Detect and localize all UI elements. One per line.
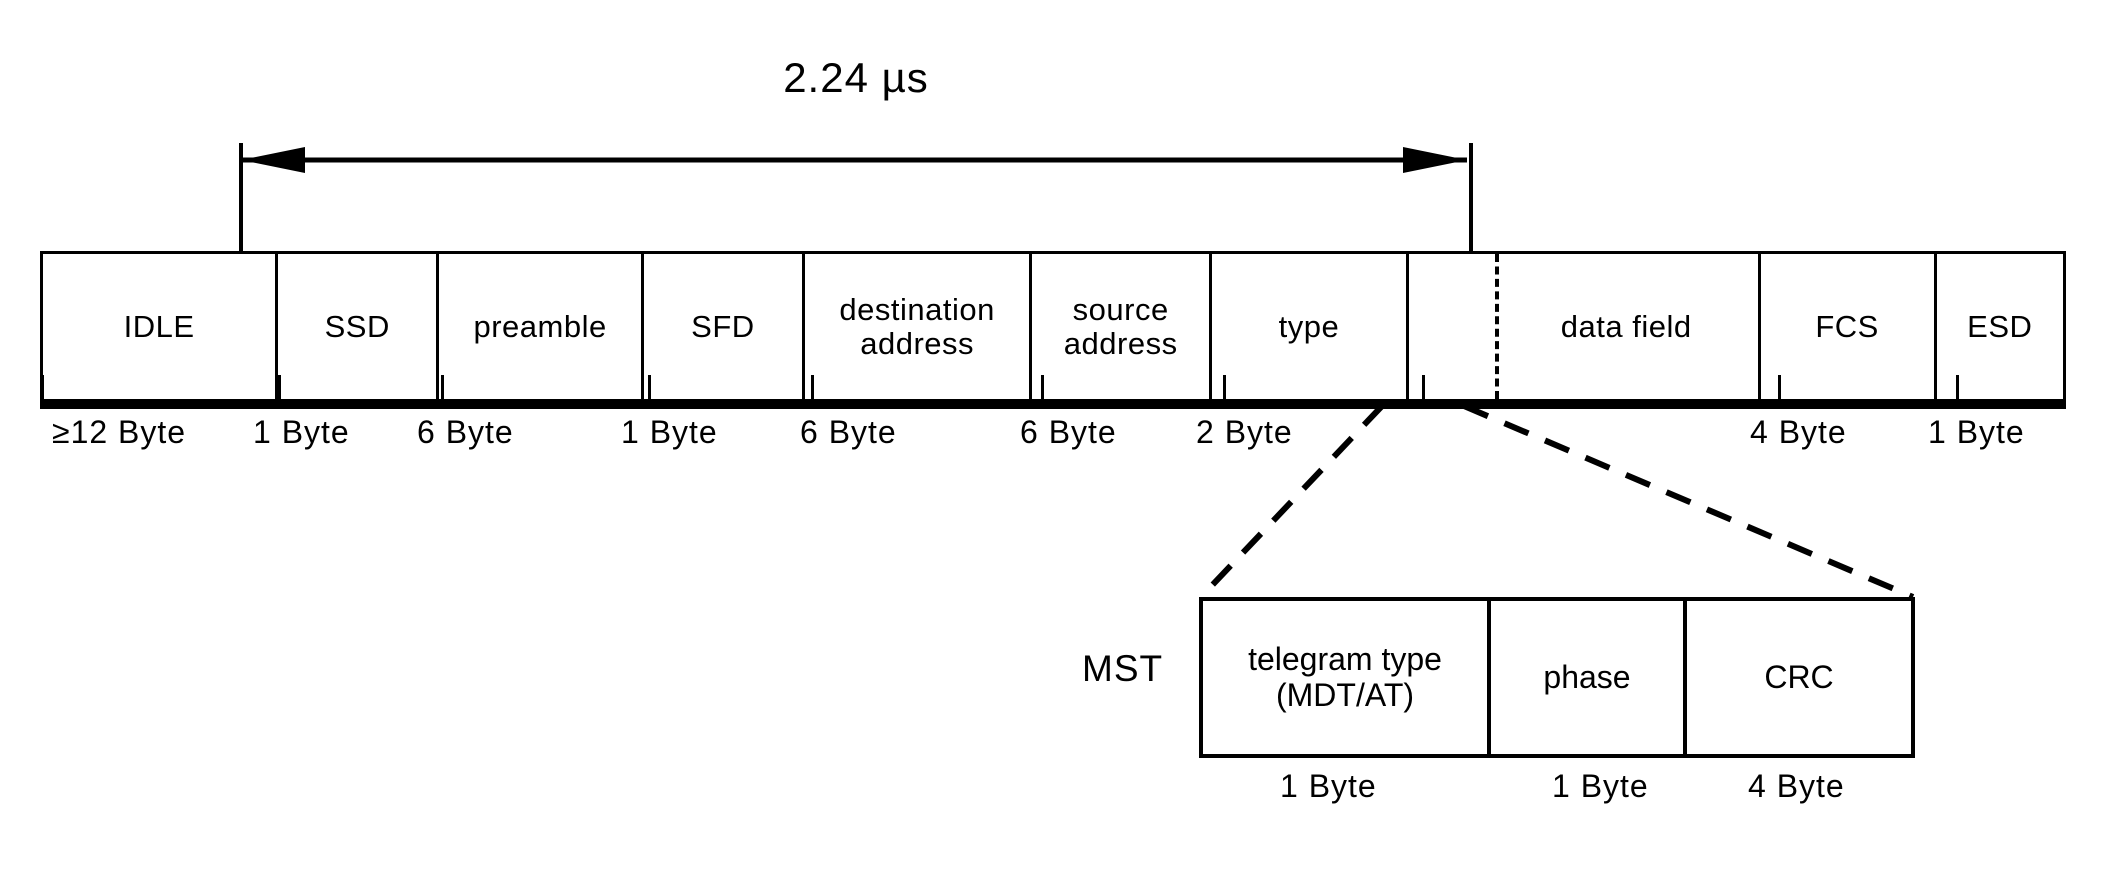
tick-esd: [1956, 375, 1959, 409]
ethernet-frame: IDLE SSD preamble SFD destination addres…: [40, 251, 2066, 402]
tick-type: [1223, 375, 1226, 409]
dimension-value: 2.24 µs: [783, 54, 929, 101]
frame-cell-idle-label: IDLE: [123, 308, 195, 344]
frame-cell-fcs: FCS: [1761, 254, 1937, 399]
frame-cell-type-label: type: [1278, 308, 1340, 344]
frame-cell-source-address-label: source address: [1063, 292, 1178, 361]
byte-label-idle-text: ≥12 Byte: [52, 414, 187, 450]
mst-label-text: MST: [1082, 648, 1164, 689]
mst-byte-label-telegram-type-text: 1 Byte: [1280, 768, 1377, 804]
frame-cell-data-field-label: data field: [1560, 308, 1692, 344]
tick-destination: [811, 375, 814, 409]
frame-cell-idle: IDLE: [43, 254, 279, 399]
tick-ssd: [278, 375, 281, 409]
byte-label-ssd-text: 1 Byte: [253, 414, 350, 450]
byte-label-esd-text: 1 Byte: [1928, 414, 2025, 450]
tick-sfd: [648, 375, 651, 409]
frame-cell-fcs-label: FCS: [1815, 308, 1879, 344]
frame-cell-esd-label: ESD: [1967, 308, 2033, 344]
dimension-label: 2.24 µs: [0, 54, 1712, 102]
mst-cell-telegram-type: telegram type (MDT/AT): [1203, 601, 1491, 754]
tick-frame-start: [40, 375, 44, 409]
tick-data-field: [1422, 375, 1425, 409]
byte-label-preamble-text: 6 Byte: [417, 414, 514, 450]
diagram-canvas: 2.24 µs IDLE SSD preamble SFD destinatio…: [0, 0, 2108, 882]
byte-label-fcs: 4 Byte: [1750, 414, 1847, 451]
frame-cell-ssd-label: SSD: [324, 308, 390, 344]
frame-cell-data-field: data field: [1409, 254, 1761, 399]
byte-label-destination-address: 6 Byte: [800, 414, 897, 451]
dimension-extension-right: [1469, 143, 1473, 253]
mst-cell-crc: CRC: [1687, 601, 1911, 754]
tick-fcs: [1778, 375, 1781, 409]
data-field-dashed-divider: [1494, 254, 1499, 399]
byte-label-sfd-text: 1 Byte: [621, 414, 718, 450]
byte-label-fcs-text: 4 Byte: [1750, 414, 1847, 450]
frame-cell-destination-address-label: destination address: [839, 292, 995, 361]
frame-cell-preamble: preamble: [439, 254, 644, 399]
mst-label: MST: [1082, 648, 1163, 690]
mst-byte-label-crc-text: 4 Byte: [1748, 768, 1845, 804]
mst-cell-phase-label: phase: [1543, 658, 1631, 695]
mst-byte-label-phase-text: 1 Byte: [1552, 768, 1649, 804]
byte-label-preamble: 6 Byte: [417, 414, 514, 451]
byte-label-type-text: 2 Byte: [1196, 414, 1293, 450]
mst-cell-telegram-type-label: telegram type (MDT/AT): [1248, 640, 1442, 713]
frame-cell-sfd: SFD: [644, 254, 805, 399]
tick-preamble: [441, 375, 444, 409]
mst-byte-label-telegram-type: 1 Byte: [1280, 768, 1377, 805]
mst-frame: telegram type (MDT/AT) phase CRC: [1199, 597, 1915, 758]
byte-label-esd: 1 Byte: [1928, 414, 2025, 451]
byte-label-idle: ≥12 Byte: [52, 414, 186, 451]
frame-cell-source-address: source address: [1032, 254, 1213, 399]
byte-label-destination-address-text: 6 Byte: [800, 414, 897, 450]
byte-label-sfd: 1 Byte: [621, 414, 718, 451]
byte-label-source-address: 6 Byte: [1020, 414, 1117, 451]
frame-cell-ssd: SSD: [278, 254, 440, 399]
tick-source: [1041, 375, 1044, 409]
mst-byte-label-phase: 1 Byte: [1552, 768, 1649, 805]
frame-cell-type: type: [1212, 254, 1409, 399]
frame-cell-destination-address: destination address: [805, 254, 1033, 399]
byte-scale-rule: [40, 375, 2066, 412]
mst-cell-phase: phase: [1491, 601, 1687, 754]
mst-cell-crc-label: CRC: [1764, 658, 1834, 695]
frame-cell-preamble-label: preamble: [473, 308, 607, 344]
mst-byte-label-crc: 4 Byte: [1748, 768, 1845, 805]
byte-label-ssd: 1 Byte: [253, 414, 350, 451]
byte-label-source-address-text: 6 Byte: [1020, 414, 1117, 450]
frame-cell-sfd-label: SFD: [691, 308, 755, 344]
dimension-extension-left: [239, 143, 243, 253]
dimension-arrow: [241, 147, 1467, 173]
byte-label-type: 2 Byte: [1196, 414, 1293, 451]
